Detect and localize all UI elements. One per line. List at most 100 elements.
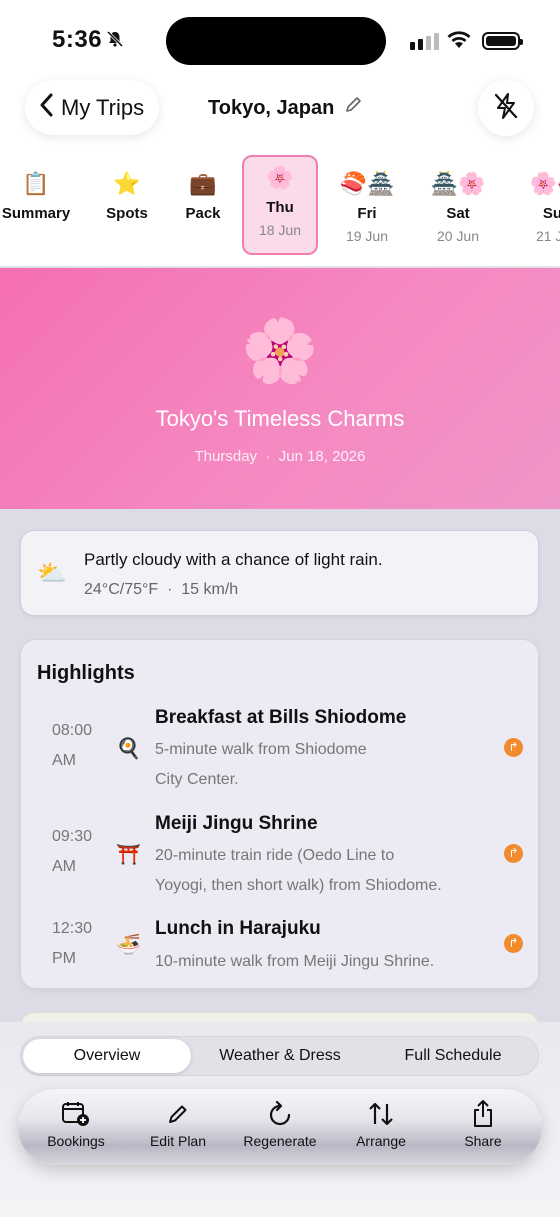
bookings-label: Bookings bbox=[47, 1133, 105, 1149]
star-icon: ⭐ bbox=[113, 171, 141, 196]
highlight-time-ampm: AM bbox=[52, 858, 76, 875]
status-time: 5:36 bbox=[52, 26, 103, 53]
weather-separator: · bbox=[167, 581, 173, 598]
nav-header: My Trips Tokyo, Japan bbox=[0, 80, 560, 155]
regenerate-label: Regenerate bbox=[243, 1133, 317, 1149]
highlights-card: Highlights 08:00 AM 🍳 Breakfast at Bills… bbox=[20, 639, 539, 989]
share-label: Share bbox=[464, 1133, 502, 1149]
segment-weather-dress[interactable]: Weather & Dress bbox=[196, 1039, 364, 1073]
directions-arrow-icon[interactable]: ↱ bbox=[504, 738, 523, 757]
tab-label: Sat bbox=[446, 205, 470, 222]
edit-plan-label: Edit Plan bbox=[149, 1133, 207, 1149]
calendar-plus-icon bbox=[26, 1099, 126, 1129]
partly-cloudy-icon: ⛅ bbox=[37, 560, 67, 587]
bottom-toolbar: Bookings Edit Plan Regenerate Arrange Sh… bbox=[18, 1089, 542, 1165]
tab-day-fri[interactable]: 🍣🏯 Fri 19 Jun bbox=[330, 155, 404, 255]
day-hero-banner: 🌸 Tokyo's Timeless Charms Thursday · Jun… bbox=[0, 268, 560, 509]
tab-date: 20 Jun bbox=[436, 228, 480, 244]
day-date-line: Thursday · Jun 18, 2026 bbox=[0, 448, 560, 465]
trip-title-text: Tokyo, Japan bbox=[208, 96, 335, 119]
tab-spots[interactable]: ⭐ Spots bbox=[95, 155, 159, 255]
highlight-description: 5-minute walk from Shiodome City Center. bbox=[155, 735, 485, 795]
chevron-left-icon bbox=[39, 93, 61, 122]
arrows-up-down-icon bbox=[331, 1099, 431, 1129]
tab-date: 21 Jun bbox=[535, 228, 560, 244]
tab-label: Spots bbox=[106, 205, 148, 222]
tab-day-thu[interactable]: 🌸 Thu 18 Jun bbox=[242, 155, 318, 255]
back-button[interactable]: My Trips bbox=[25, 80, 159, 135]
share-icon bbox=[433, 1099, 533, 1129]
tab-date: 18 Jun bbox=[258, 222, 302, 238]
arrange-label: Arrange bbox=[356, 1133, 406, 1149]
weather-description: Partly cloudy with a chance of light rai… bbox=[84, 550, 383, 569]
highlight-name: Breakfast at Bills Shiodome bbox=[155, 707, 407, 728]
highlight-time-ampm: AM bbox=[52, 752, 76, 769]
arrange-button[interactable]: Arrange bbox=[331, 1099, 431, 1149]
back-button-label: My Trips bbox=[61, 94, 145, 120]
segment-full-schedule[interactable]: Full Schedule bbox=[369, 1039, 537, 1073]
highlight-time-value: 08:00 bbox=[52, 722, 93, 739]
directions-arrow-icon[interactable]: ↱ bbox=[504, 844, 523, 863]
regenerate-button[interactable]: Regenerate bbox=[230, 1099, 330, 1149]
tab-summary[interactable]: 📋 Summary bbox=[0, 155, 72, 255]
sushi-castle-icon: 🍣🏯 bbox=[339, 171, 395, 196]
tab-pack[interactable]: 💼 Pack bbox=[174, 155, 232, 255]
highlight-description-line: 20-minute train ride (Oedo Line to bbox=[155, 847, 395, 864]
tab-label: Pack bbox=[185, 205, 221, 222]
day-title: Tokyo's Timeless Charms bbox=[155, 406, 405, 431]
breakfast-icon: 🍳 bbox=[116, 738, 141, 760]
highlight-time-value: 12:30 bbox=[52, 920, 93, 937]
edit-plan-button[interactable]: Edit Plan bbox=[128, 1099, 228, 1149]
segment-overview[interactable]: Overview bbox=[23, 1039, 191, 1073]
bell-slash-icon bbox=[106, 30, 124, 53]
highlight-description-line: 5-minute walk from Shiodome bbox=[155, 741, 367, 758]
status-bar: 5:36 bbox=[0, 0, 560, 80]
tab-label: Summary bbox=[1, 205, 71, 222]
weather-stats: 24°C/75°F · 15 km/h bbox=[84, 581, 238, 599]
highlight-time: 12:30 PM bbox=[52, 914, 112, 974]
flash-off-button[interactable] bbox=[478, 80, 534, 136]
day-weekday: Thursday bbox=[194, 448, 258, 465]
highlight-description-line: Yoyogi, then short walk) from Shiodome. bbox=[155, 877, 442, 894]
highlights-title: Highlights bbox=[37, 662, 135, 684]
highlight-description-line: 10-minute walk from Meiji Jingu Shrine. bbox=[155, 953, 435, 970]
pencil-icon bbox=[128, 1099, 228, 1129]
bookings-button[interactable]: Bookings bbox=[26, 1099, 126, 1149]
tab-day-sat[interactable]: 🏯🌸 Sat 20 Jun bbox=[421, 155, 495, 255]
tab-label: Fri bbox=[357, 205, 377, 222]
trip-title[interactable]: Tokyo, Japan bbox=[208, 96, 362, 120]
date-separator: · bbox=[265, 448, 271, 465]
cherry-blossom-icon: 🌸 bbox=[241, 317, 319, 386]
weather-temperature: 24°C/75°F bbox=[84, 581, 159, 598]
highlight-name: Lunch in Harajuku bbox=[155, 918, 321, 939]
blossom-sushi-icon: 🌸🍣 bbox=[529, 171, 560, 196]
dynamic-island bbox=[166, 17, 386, 65]
share-button[interactable]: Share bbox=[433, 1099, 533, 1149]
highlight-time: 09:30 AM bbox=[52, 822, 112, 882]
pencil-icon bbox=[344, 96, 362, 120]
highlight-time-ampm: PM bbox=[52, 950, 76, 967]
highlight-time-value: 09:30 bbox=[52, 828, 93, 845]
noodle-bowl-icon: 🍜 bbox=[116, 934, 141, 956]
cherry-blossom-icon: 🌸 bbox=[266, 165, 294, 190]
highlight-time: 08:00 AM bbox=[52, 716, 112, 776]
highlight-description: 20-minute train ride (Oedo Line to Yoyog… bbox=[155, 841, 485, 901]
torii-gate-icon: ⛩️ bbox=[116, 844, 141, 866]
regenerate-icon bbox=[230, 1099, 330, 1129]
highlight-description-line: City Center. bbox=[155, 771, 239, 788]
cellular-signal-icon bbox=[410, 33, 439, 50]
directions-arrow-icon[interactable]: ↱ bbox=[504, 934, 523, 953]
tab-day-sun[interactable]: 🌸🍣 Sun 21 Jun bbox=[520, 155, 560, 255]
battery-icon bbox=[482, 32, 523, 50]
tab-date: 19 Jun bbox=[345, 228, 389, 244]
tab-label: Sun bbox=[542, 205, 560, 222]
tab-label: Thu bbox=[266, 199, 294, 216]
briefcase-icon: 💼 bbox=[189, 171, 217, 196]
day-tabs: 📋 Summary ⭐ Spots 💼 Pack 🌸 Thu 18 Jun 🍣🏯… bbox=[0, 155, 560, 267]
clipboard-icon: 📋 bbox=[22, 171, 50, 196]
wifi-icon bbox=[446, 28, 472, 55]
weather-wind: 15 km/h bbox=[181, 581, 239, 598]
castle-blossom-icon: 🏯🌸 bbox=[430, 171, 486, 196]
weather-card[interactable]: ⛅ Partly cloudy with a chance of light r… bbox=[20, 530, 539, 616]
highlight-name: Meiji Jingu Shrine bbox=[155, 813, 318, 834]
